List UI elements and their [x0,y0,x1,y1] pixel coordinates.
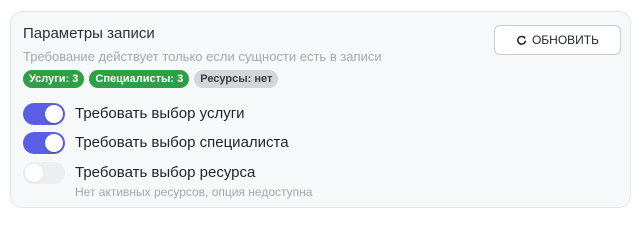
require-resource-toggle[interactable] [23,162,65,184]
require-resource-hint: Нет активных ресурсов, опция недоступна [75,185,313,199]
require-specialist-row: Требовать выбор специалиста [23,132,289,154]
require-resource-row: Требовать выбор ресурса Нет активных рес… [23,162,312,200]
require-resource-label: Требовать выбор ресурса [75,164,256,181]
booking-settings-card: Параметры записи Требование действует то… [10,11,631,208]
refresh-button[interactable]: ОБНОВИТЬ [494,25,621,55]
section-title: Параметры записи [23,25,155,42]
require-service-toggle[interactable] [23,103,65,125]
toggle-knob [45,105,63,123]
entity-badges: Услуги: 3 Специалисты: 3 Ресурсы: нет [23,70,279,88]
refresh-button-label: ОБНОВИТЬ [531,33,600,47]
require-specialist-toggle[interactable] [23,132,65,154]
resources-count-badge: Ресурсы: нет [194,70,279,88]
require-service-row: Требовать выбор услуги [23,103,245,125]
refresh-icon [516,35,527,46]
services-count-badge: Услуги: 3 [23,70,85,88]
section-subtitle: Требование действует только если сущност… [23,49,382,64]
require-service-label: Требовать выбор услуги [75,105,245,122]
require-specialist-label: Требовать выбор специалиста [75,134,289,151]
specialists-count-badge: Специалисты: 3 [89,70,190,88]
toggle-knob [25,164,43,182]
toggle-knob [45,134,63,152]
